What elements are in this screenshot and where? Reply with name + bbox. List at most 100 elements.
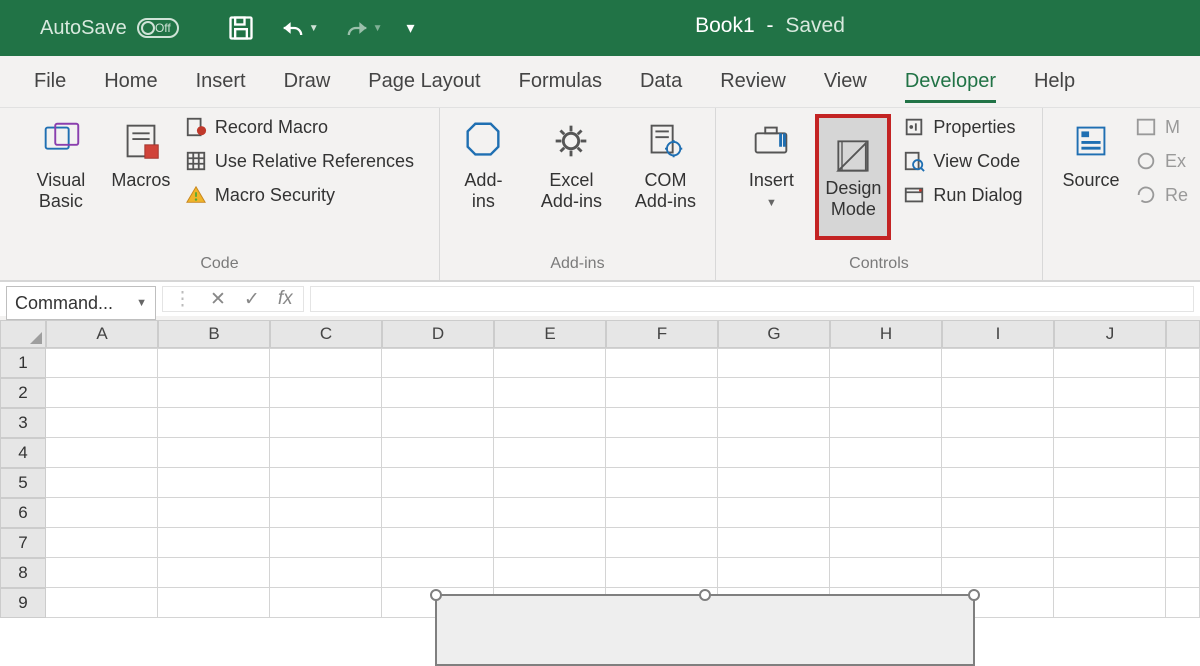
cell[interactable] xyxy=(830,468,942,498)
cell[interactable] xyxy=(942,408,1054,438)
col-header[interactable]: A xyxy=(46,320,158,348)
cell[interactable] xyxy=(158,588,270,618)
cell[interactable] xyxy=(46,438,158,468)
col-header[interactable]: J xyxy=(1054,320,1166,348)
cell[interactable] xyxy=(606,438,718,468)
tab-data[interactable]: Data xyxy=(640,60,682,103)
cell[interactable] xyxy=(1054,498,1166,528)
col-header[interactable]: H xyxy=(830,320,942,348)
cell[interactable] xyxy=(1054,378,1166,408)
cell[interactable] xyxy=(1054,588,1166,618)
cell[interactable] xyxy=(830,438,942,468)
tab-formulas[interactable]: Formulas xyxy=(519,60,602,103)
cell[interactable] xyxy=(1054,348,1166,378)
cell[interactable] xyxy=(1054,438,1166,468)
cell[interactable] xyxy=(718,438,830,468)
cell[interactable] xyxy=(158,468,270,498)
select-all-corner[interactable] xyxy=(0,320,46,348)
cell[interactable] xyxy=(46,348,158,378)
cell[interactable] xyxy=(382,528,494,558)
cell[interactable] xyxy=(494,558,606,588)
macros-button[interactable]: Macros xyxy=(105,114,177,191)
cell[interactable] xyxy=(718,558,830,588)
cell[interactable] xyxy=(830,378,942,408)
chevron-down-icon[interactable]: ▼ xyxy=(136,297,147,309)
cell[interactable] xyxy=(270,558,382,588)
record-macro-button[interactable]: Record Macro xyxy=(185,116,414,138)
cell[interactable] xyxy=(1054,408,1166,438)
cell[interactable] xyxy=(1054,528,1166,558)
cell[interactable] xyxy=(1166,348,1200,378)
more-options-icon[interactable]: ⋮ xyxy=(173,288,192,311)
row-header[interactable]: 9 xyxy=(0,588,46,618)
tab-view[interactable]: View xyxy=(824,60,867,103)
cell[interactable] xyxy=(158,348,270,378)
row-header[interactable]: 4 xyxy=(0,438,46,468)
embedded-command-button[interactable] xyxy=(435,594,975,666)
cell[interactable] xyxy=(46,588,158,618)
row-header[interactable]: 3 xyxy=(0,408,46,438)
cell[interactable] xyxy=(942,468,1054,498)
redo-button[interactable]: ▼ xyxy=(343,14,383,42)
excel-addins-button[interactable]: Excel Add-ins xyxy=(535,114,607,211)
row-header[interactable]: 1 xyxy=(0,348,46,378)
expansion-packs-button[interactable]: Ex xyxy=(1135,150,1188,172)
toggle-switch[interactable]: Off xyxy=(137,18,179,38)
cell[interactable] xyxy=(1166,558,1200,588)
enter-button[interactable]: ✓ xyxy=(244,288,260,311)
view-code-button[interactable]: View Code xyxy=(903,150,1022,172)
cell[interactable] xyxy=(158,558,270,588)
cell[interactable] xyxy=(382,348,494,378)
tab-developer[interactable]: Developer xyxy=(905,60,996,103)
cancel-button[interactable]: ✕ xyxy=(210,288,226,311)
cell[interactable] xyxy=(494,408,606,438)
name-box[interactable]: Command... ▼ xyxy=(6,286,156,320)
cell[interactable] xyxy=(1054,558,1166,588)
resize-handle[interactable] xyxy=(699,589,711,601)
cell[interactable] xyxy=(830,348,942,378)
cell[interactable] xyxy=(1166,468,1200,498)
refresh-data-button[interactable]: Re xyxy=(1135,184,1188,206)
cell[interactable] xyxy=(718,408,830,438)
cell[interactable] xyxy=(942,378,1054,408)
cell[interactable] xyxy=(494,498,606,528)
cell[interactable] xyxy=(46,498,158,528)
cell[interactable] xyxy=(830,528,942,558)
row-header[interactable]: 2 xyxy=(0,378,46,408)
cell[interactable] xyxy=(270,438,382,468)
properties-button[interactable]: Properties xyxy=(903,116,1022,138)
cell[interactable] xyxy=(270,378,382,408)
cell[interactable] xyxy=(1166,588,1200,618)
cell[interactable] xyxy=(606,348,718,378)
col-header[interactable]: B xyxy=(158,320,270,348)
cell[interactable] xyxy=(158,378,270,408)
tab-home[interactable]: Home xyxy=(104,60,157,103)
cell[interactable] xyxy=(1054,468,1166,498)
cell[interactable] xyxy=(382,408,494,438)
col-header[interactable]: D xyxy=(382,320,494,348)
autosave-toggle[interactable]: AutoSave Off xyxy=(40,17,179,40)
tab-draw[interactable]: Draw xyxy=(284,60,331,103)
row-header[interactable]: 5 xyxy=(0,468,46,498)
cell[interactable] xyxy=(270,588,382,618)
cell[interactable] xyxy=(830,498,942,528)
cell[interactable] xyxy=(382,468,494,498)
cell[interactable] xyxy=(718,498,830,528)
cell[interactable] xyxy=(606,468,718,498)
cell[interactable] xyxy=(830,558,942,588)
cell[interactable] xyxy=(942,528,1054,558)
cell[interactable] xyxy=(270,498,382,528)
cell[interactable] xyxy=(606,528,718,558)
cell[interactable] xyxy=(494,348,606,378)
cell[interactable] xyxy=(158,408,270,438)
cell[interactable] xyxy=(494,438,606,468)
source-button[interactable]: Source xyxy=(1055,114,1127,191)
row-header[interactable]: 8 xyxy=(0,558,46,588)
design-mode-button[interactable]: Design Mode xyxy=(819,118,887,236)
cell[interactable] xyxy=(382,378,494,408)
row-header[interactable]: 6 xyxy=(0,498,46,528)
cell[interactable] xyxy=(158,438,270,468)
cell[interactable] xyxy=(46,528,158,558)
cell[interactable] xyxy=(942,438,1054,468)
col-header[interactable]: I xyxy=(942,320,1054,348)
